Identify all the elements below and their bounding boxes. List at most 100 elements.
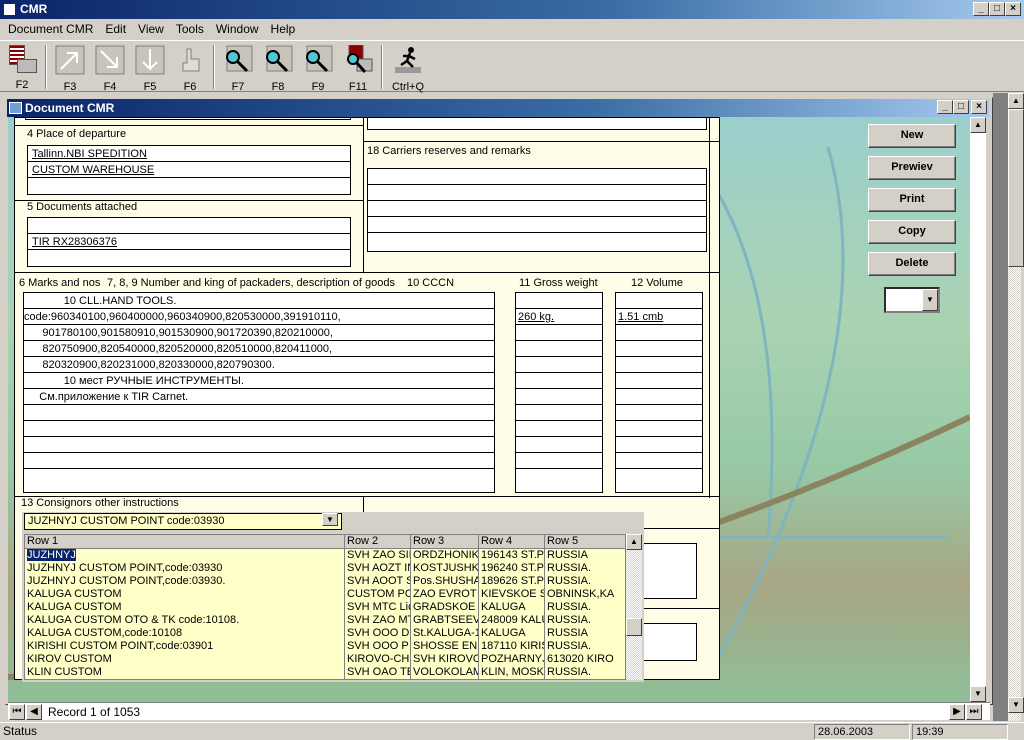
grid-row[interactable]: JUZHNYJ CUSTOM POINT,code:03930. SVH AOOT… [25,575,625,588]
scroll-up-icon[interactable]: ▲ [970,117,986,133]
first-record-button[interactable]: ⏮ [9,704,25,720]
toolbar-exit-button[interactable]: Ctrl+Q [386,41,430,93]
grid-cell[interactable]: 196240 ST.P [479,562,545,575]
scroll-down-icon[interactable]: ▼ [1008,697,1024,713]
place-line-1[interactable]: Tallinn.NBI SPEDITION [28,146,350,162]
menu-window[interactable]: Window [210,20,265,38]
goods-line[interactable] [24,469,494,485]
grid-cell[interactable]: KIEVSKOE S [479,588,545,601]
toolbar-f7-button[interactable]: F7 [218,41,258,93]
grid-row[interactable]: KALUGA CUSTOM,code:10108 SVH OOO D St.KALU… [25,627,625,640]
goods-line[interactable]: 901780100,901580910,901530900,901720390,… [24,325,494,341]
grid-row[interactable]: KLIN CUSTOM SVH OAO TE VOLOKOLAM KLIN, MOSK… [25,666,625,679]
toolbar-f4-button[interactable]: F4 [90,41,130,93]
menu-tools[interactable]: Tools [170,20,210,38]
grid-cell[interactable]: VOLOKOLAM [411,666,479,679]
grid-cell[interactable]: RUSSIA. [545,562,625,575]
column-header-row4[interactable]: Row 4 [479,535,545,548]
menu-help[interactable]: Help [265,20,302,38]
grid-cell[interactable]: 189626 ST.P [479,575,545,588]
child-minimize-button[interactable]: _ [937,100,953,114]
chevron-down-icon[interactable]: ▼ [322,513,338,526]
toolbar-f9-button[interactable]: F9 [298,41,338,93]
last-record-button[interactable]: ⏭ [966,704,982,720]
scroll-up-icon[interactable]: ▲ [626,534,642,550]
grid-cell[interactable]: SVH OOO P [345,640,411,653]
grid-cell[interactable]: 187110 KIRIS [479,640,545,653]
grid-cell[interactable]: SVH MTC Lid [345,601,411,614]
grid-cell[interactable]: Pos.SHUSHAR [411,575,479,588]
carriers-remarks-field[interactable] [367,168,707,252]
grid-cell[interactable]: JUZHNYJ CUSTOM POINT,code:03930 [25,562,345,575]
field-box-partial-right[interactable] [367,118,707,130]
grid-cell[interactable]: SVH ZAO MT [345,614,411,627]
grid-cell[interactable]: KALUGA CUSTOM OTO & TK code:10108. [25,614,345,627]
goods-line[interactable]: 10 CLL.HAND TOOLS. [24,293,494,309]
carriers-line[interactable] [368,185,706,201]
column-header-row2[interactable]: Row 2 [345,535,411,548]
goods-line[interactable]: См.приложение к TIR Carnet. [24,389,494,405]
volume-line[interactable] [616,325,702,341]
menu-document-cmr[interactable]: Document CMR [2,20,99,38]
carriers-line[interactable] [368,201,706,217]
carriers-line[interactable] [368,233,706,251]
volume-field[interactable]: 1.51 cmb [615,292,703,493]
right-field-box[interactable] [635,543,697,599]
grid-cell[interactable]: SVH AOZT IN [345,562,411,575]
weight-line[interactable] [516,405,602,421]
volume-line[interactable] [616,373,702,389]
grid-cell[interactable]: KALUGA CUSTOM,code:10108 [25,627,345,640]
scroll-down-icon[interactable]: ▼ [970,686,986,702]
grid-row[interactable]: KALUGA CUSTOM OTO & TK code:10108. SVH ZA… [25,614,625,627]
place-of-departure-field[interactable]: Tallinn.NBI SPEDITION CUSTOM WAREHOUSE [27,145,351,195]
child-close-button[interactable]: × [971,100,987,114]
goods-line[interactable]: 10 мест РУЧНЫЕ ИНСТРУМЕНТЫ. [24,373,494,389]
form-vertical-scrollbar[interactable]: ▲ ▼ [970,117,986,702]
grid-cell[interactable]: SVH KIROVO [411,653,479,666]
grid-cell[interactable]: KOSTJUSHKO [411,562,479,575]
delete-button[interactable]: Delete [868,252,956,276]
weight-line[interactable] [516,325,602,341]
carriers-line[interactable] [368,169,706,185]
grid-cell[interactable]: SHOSSE EN [411,640,479,653]
weight-line[interactable] [516,373,602,389]
record-select[interactable]: ▼ [884,287,940,313]
weight-line[interactable] [516,389,602,405]
volume-line[interactable] [616,421,702,437]
grid-cell[interactable]: RUSSIA. [545,575,625,588]
app-maximize-button[interactable]: □ [989,2,1005,16]
grid-cell[interactable]: ZAO EVROT [411,588,479,601]
scroll-thumb[interactable] [1008,109,1024,267]
goods-line[interactable] [24,453,494,469]
app-minimize-button[interactable]: _ [973,2,989,16]
goods-line[interactable]: code:960340100,960400000,960340900,82053… [24,309,494,325]
grid-row[interactable]: JUZHNYJ CUSTOM POINT,code:03930 SVH AOZT … [25,562,625,575]
field-box-partial-left[interactable] [25,118,351,120]
grid-cell[interactable]: 196143 ST.P [479,549,545,562]
grid-cell[interactable]: JUZHNYJ [25,549,345,562]
documents-attached-field[interactable]: TIR RX28306376 [27,217,351,267]
grid-cell[interactable]: POZHARNYJ [479,653,545,666]
grid-cell[interactable]: SVH AOOT S [345,575,411,588]
next-record-button[interactable]: ▶ [949,704,965,720]
grid-cell[interactable]: KALUGA CUSTOM [25,601,345,614]
grid-cell[interactable]: KLIN CUSTOM [25,666,345,679]
grid-cell[interactable]: KALUGA CUSTOM [25,588,345,601]
copy-button[interactable]: Copy [868,220,956,244]
grid-cell[interactable]: SVH OOO D [345,627,411,640]
grid-cell[interactable]: 248009 KALU [479,614,545,627]
prev-record-button[interactable]: ◀ [26,704,42,720]
grid-cell[interactable]: ORDZHONIKI [411,549,479,562]
menu-edit[interactable]: Edit [99,20,132,38]
documents-line-2[interactable]: TIR RX28306376 [28,234,350,250]
volume-line[interactable] [616,453,702,469]
column-header-row3[interactable]: Row 3 [411,535,479,548]
child-maximize-button[interactable]: □ [953,100,969,114]
grid-cell[interactable]: KIRISHI CUSTOM POINT,code:03901 [25,640,345,653]
documents-line-3[interactable] [28,250,350,266]
column-header-row1[interactable]: Row 1 [25,535,345,548]
volume-line[interactable] [616,341,702,357]
toolbar-f11-button[interactable]: F11 [338,41,378,93]
toolbar-f2-button[interactable]: F2 [2,41,42,91]
grid-cell[interactable]: RUSSIA. [545,666,625,679]
